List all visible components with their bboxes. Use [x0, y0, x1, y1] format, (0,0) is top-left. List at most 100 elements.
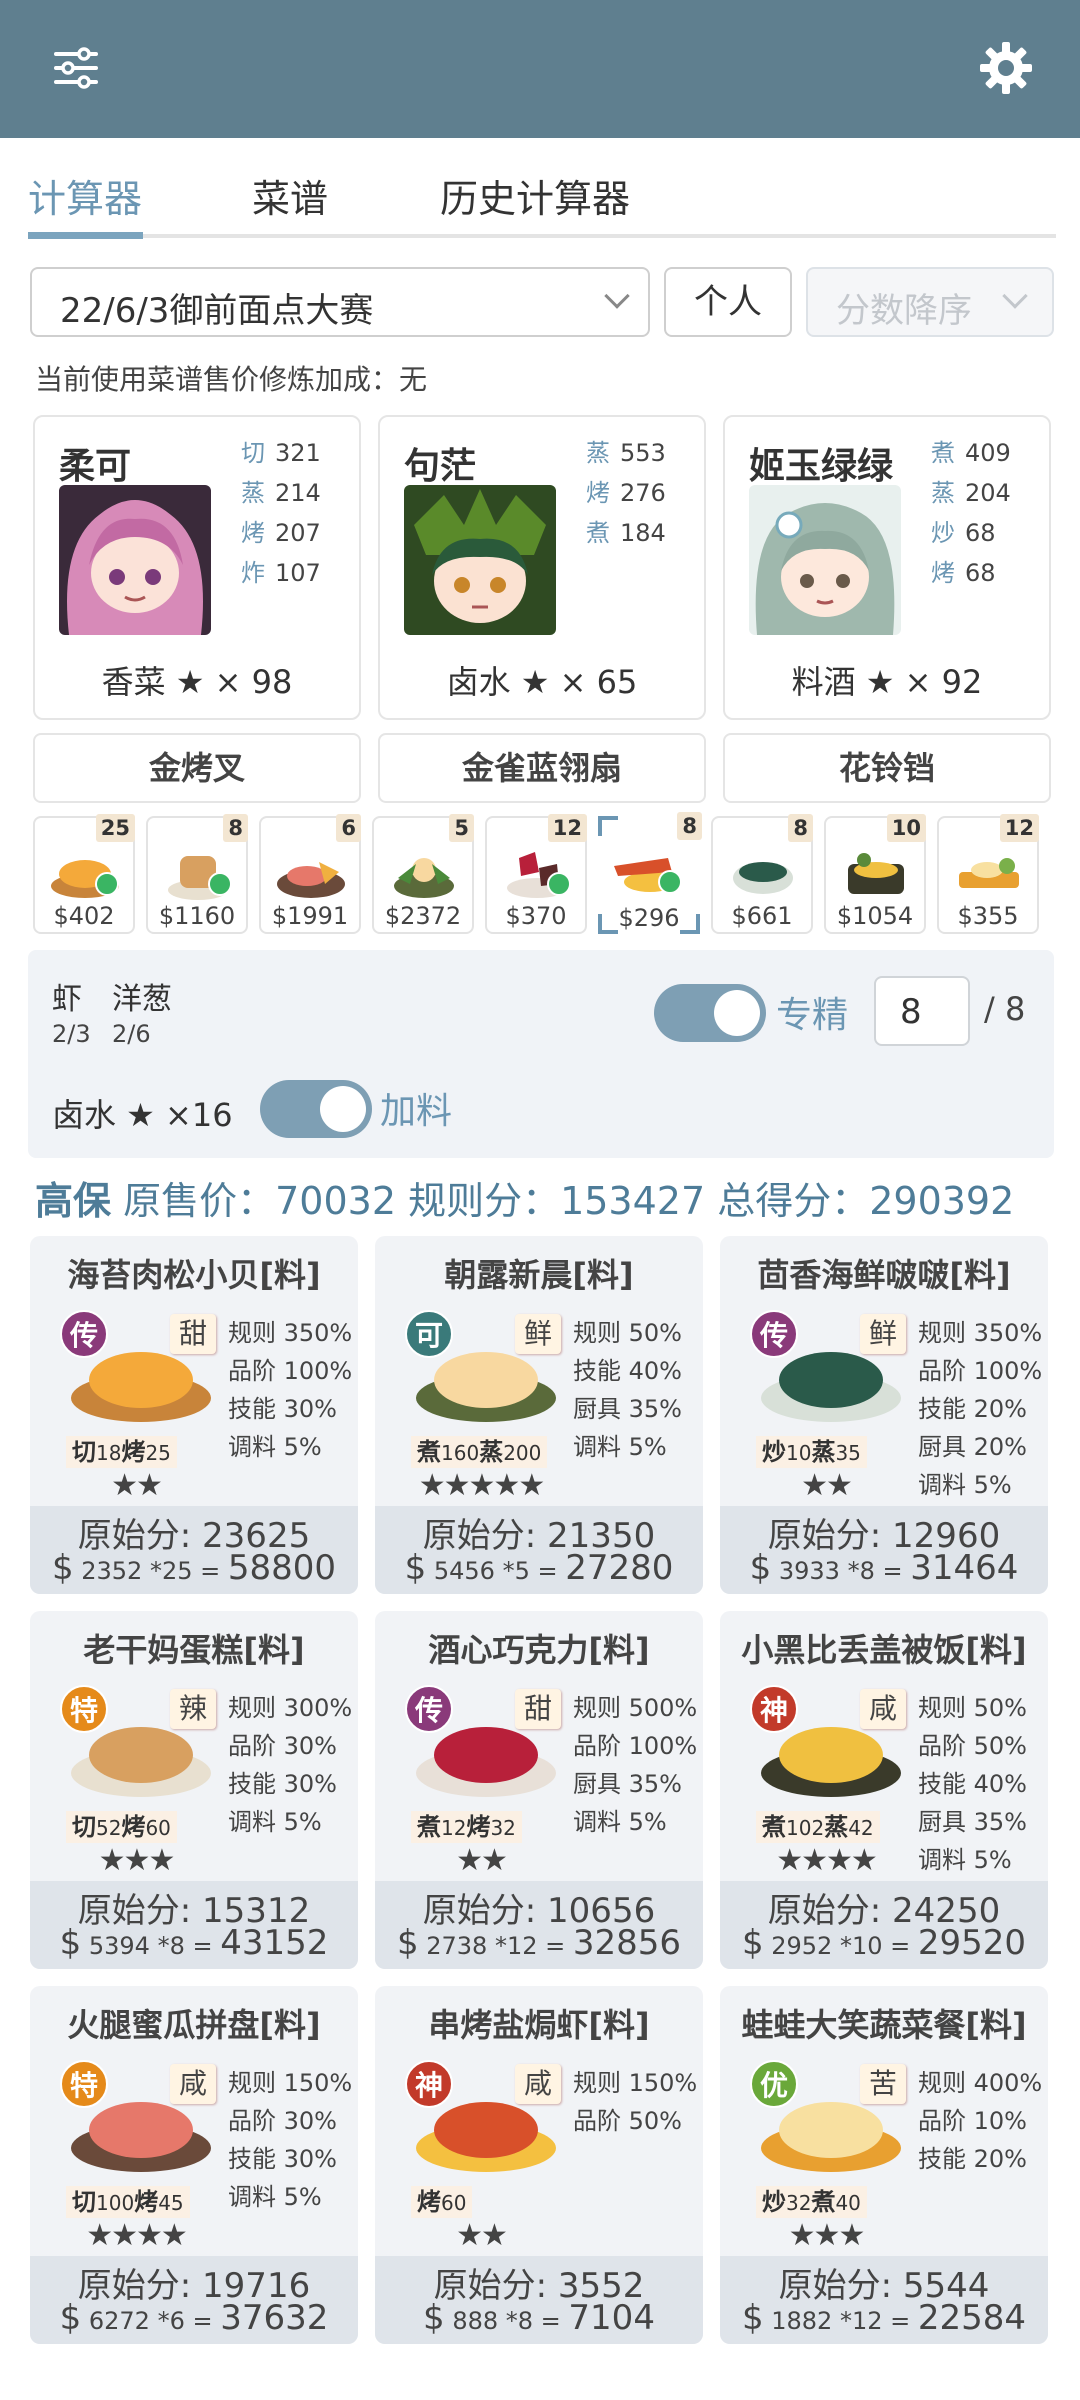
rule-bonus: 品阶 10% — [918, 2107, 1027, 2135]
recipe-card[interactable]: 海苔肉松小贝[料] 传甜切18烤25 ★★ 规则 350% 品阶 100% 技能 30% 调… — [30, 1236, 358, 1594]
rule-bonus: 技能 30% — [228, 2145, 337, 2173]
recipe-card[interactable]: 酒心巧克力[料] 传甜煮12烤32 ★★ 规则 500% 品阶 100% 厨具 35% 调料… — [375, 1611, 703, 1969]
recipe-card[interactable]: 朝露新晨[料] 可鲜煮160蒸200 ★★★★★ 规则 50% 技能 40% 厨具 35%… — [375, 1236, 703, 1594]
quantity-badge: 5 — [449, 814, 474, 842]
mode-button[interactable]: 个人 — [664, 267, 792, 337]
settings-gear-icon[interactable] — [976, 38, 1036, 98]
recipe-title: 老干妈蛋糕[料] — [83, 1631, 305, 1669]
rule-bonus: 厨具 35% — [573, 1770, 682, 1798]
recipe-slot[interactable]: 12 $370 — [485, 814, 587, 934]
recipe-slot[interactable]: 12 $355 — [937, 814, 1039, 934]
skill-type: 煮 — [762, 1813, 786, 1841]
rarity-badge: 传 — [60, 1310, 108, 1358]
specialize-toggle[interactable] — [654, 984, 766, 1042]
unit-price: 888 — [452, 2307, 499, 2335]
recipe-card[interactable]: 串烤盐焗虾[料] 神咸烤60 ★★ 规则 150% 品阶 50% 原始分: 3552 $ 8… — [375, 1986, 703, 2344]
skill-need: 60 — [441, 2191, 467, 2215]
skill-type: 烤 — [121, 1438, 146, 1466]
filter-sliders-icon[interactable] — [46, 38, 106, 98]
rule-bonus: 调料 5% — [228, 1433, 322, 1461]
multiplier: *6 — [157, 2307, 185, 2335]
skill-type: 烤 — [586, 479, 610, 507]
unit-price: 5456 — [433, 1557, 495, 1585]
contest-select[interactable]: 22/6/3御前面点大赛 — [30, 267, 650, 337]
rule-bonus: 品阶 100% — [573, 1732, 698, 1760]
skill-type: 炸 — [241, 559, 265, 587]
rule-bonus: 技能 30% — [228, 1770, 337, 1798]
rarity-badge: 可 — [405, 1310, 453, 1358]
recipe-card[interactable]: 茴香海鲜啵啵[料] 传鲜炒10蒸35 ★★ 规则 350% 品阶 100% 技能 20% 厨… — [720, 1236, 1048, 1594]
recipe-slot-selected[interactable]: 8 $296 — [598, 812, 702, 934]
equipment-button[interactable]: 金雀蓝翎扇 — [378, 733, 706, 803]
rule-bonus: 厨具 20% — [918, 1433, 1027, 1461]
recipe-title: 火腿蜜瓜拼盘[料] — [67, 2006, 321, 2044]
recipe-card[interactable]: 火腿蜜瓜拼盘[料] 特咸切100烤45 ★★★★ 规则 150% 品阶 30% 技能 30… — [30, 1986, 358, 2344]
add-condiment-toggle[interactable] — [260, 1080, 372, 1138]
score-summary: 高保 原售价：70032 规则分：153427 总得分：290392 — [35, 1170, 1014, 1225]
score-footer: 原始分: 5544 $ 1882 *12 = 22584 — [720, 2256, 1048, 2344]
skill-type: 炒 — [762, 1438, 786, 1466]
price-calc: $ 6272 *6 = 37632 — [59, 2298, 329, 2338]
selection-corner — [598, 816, 618, 836]
rarity-badge: 神 — [750, 1685, 798, 1733]
skill-value: 184 — [620, 519, 666, 547]
unit-price: 2352 — [81, 1557, 143, 1585]
skill-type: 蒸 — [241, 479, 265, 507]
skill-type: 煮 — [586, 519, 610, 547]
rule-bonus: 品阶 50% — [918, 1732, 1027, 1760]
skill-type: 煮 — [931, 439, 955, 467]
recipe-title: 串烤盐焗虾[料] — [428, 2006, 650, 2044]
skill-need: 32 — [786, 2191, 812, 2215]
quantity-badge: 12 — [547, 814, 587, 842]
dollar-sign: $ — [59, 2298, 82, 2338]
tab-calculator[interactable]: 计算器 — [28, 168, 142, 223]
recipe-slot[interactable]: 5 $2372 — [372, 814, 474, 934]
rule-bonus: 技能 40% — [918, 1770, 1027, 1798]
chef-card[interactable]: 柔可 切 321 蒸 214 烤 207 炸 107 香菜 ★ × 98 — [33, 415, 361, 720]
skill-type: 烤 — [931, 559, 955, 587]
recipe-slot[interactable]: 10 $1054 — [824, 814, 926, 934]
score-footer: 原始分: 19716 $ 6272 *6 = 37632 — [30, 2256, 358, 2344]
skill-requirements: 切52烤60 — [66, 1811, 177, 1843]
rule-bonus: 规则 350% — [228, 1319, 353, 1347]
recipe-card[interactable]: 小黑比丢盖被饭[料] 神咸煮102蒸42 ★★★★ 规则 50% 品阶 50% 技能 40… — [720, 1611, 1048, 1969]
total-price: 32856 — [572, 1923, 682, 1963]
check-icon — [208, 872, 232, 896]
skill-value: 207 — [275, 519, 321, 547]
skill-value: 68 — [965, 519, 996, 547]
skill-value: 107 — [275, 559, 321, 587]
score-footer: 原始分: 23625 $ 2352 *25 = 58800 — [30, 1506, 358, 1594]
recipe-slot[interactable]: 8 $661 — [711, 814, 813, 934]
check-icon — [658, 870, 682, 894]
equipment-button[interactable]: 花铃铛 — [723, 733, 1051, 803]
total-price: 27280 — [565, 1548, 674, 1588]
recipe-title: 朝露新晨[料] — [444, 1256, 634, 1294]
rarity-badge: 传 — [405, 1685, 453, 1733]
skill-requirements: 煮160蒸200 — [411, 1436, 548, 1468]
ingredient-count: 2/3 — [52, 1020, 91, 1048]
recipe-slot[interactable]: 25 $402 — [33, 814, 135, 934]
chef-avatar — [749, 485, 901, 635]
rule-bonus: 厨具 35% — [918, 1808, 1027, 1836]
recipe-card[interactable]: 蛙蛙大笑蔬菜餐[料] 优苦炒32煮40 ★★★ 规则 400% 品阶 10% 技能 20%… — [720, 1986, 1048, 2344]
skill-value: 214 — [275, 479, 321, 507]
add-condiment-label: 加料 — [380, 1091, 453, 1132]
skill-type: 炒 — [931, 519, 955, 547]
unit-price: 5394 — [88, 1932, 150, 1960]
quantity-input[interactable]: 8 — [874, 976, 970, 1046]
equipment-button[interactable]: 金烤叉 — [33, 733, 361, 803]
chef-card[interactable]: 句茫 蒸 553 烤 276 煮 184 卤水 ★ × 65 — [378, 415, 706, 720]
sort-select[interactable]: 分数降序 — [806, 267, 1054, 337]
rule-bonus: 调料 5% — [918, 1471, 1012, 1499]
skill-type: 切 — [241, 439, 265, 467]
recipe-card[interactable]: 老干妈蛋糕[料] 特辣切52烤60 ★★★ 规则 300% 品阶 30% 技能 30% 调料… — [30, 1611, 358, 1969]
recipe-slot[interactable]: 6 $1991 — [259, 814, 361, 934]
recipe-slot[interactable]: 8 $1160 — [146, 814, 248, 934]
rule-bonus: 品阶 30% — [228, 1732, 337, 1760]
multiplier: *8 — [505, 2307, 534, 2335]
tab-recipes[interactable]: 菜谱 — [252, 168, 328, 223]
unit-price: 1882 — [771, 2307, 833, 2335]
tab-history-calculator[interactable]: 历史计算器 — [440, 168, 630, 223]
skill-value: 409 — [965, 439, 1011, 467]
chef-card[interactable]: 姬玉绿绿 煮 409 蒸 204 炒 68 烤 68 料酒 ★ × 92 — [723, 415, 1051, 720]
